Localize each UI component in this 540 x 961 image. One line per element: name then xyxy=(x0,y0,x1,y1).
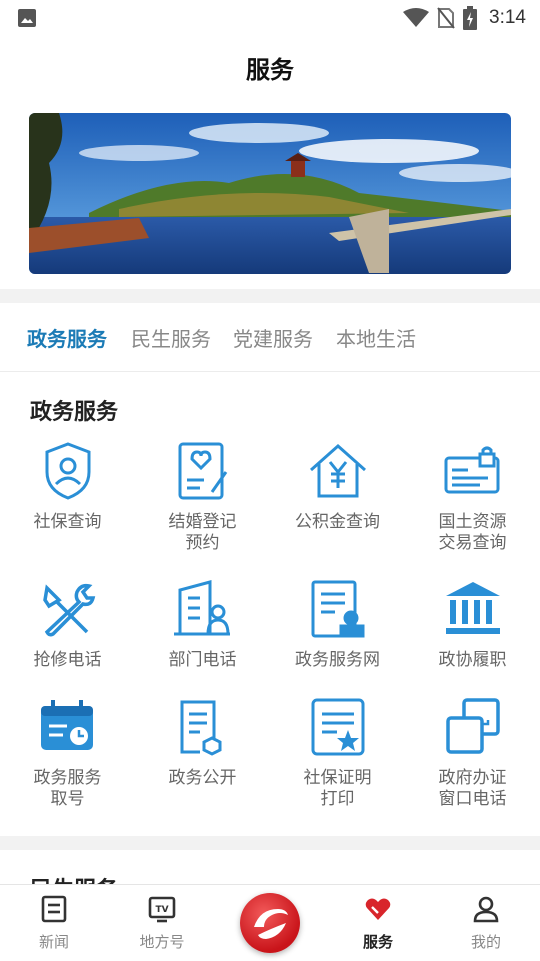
institution-icon xyxy=(445,582,500,634)
tab-livelihood-services[interactable]: 民生服务 xyxy=(131,323,211,352)
center-logo-button[interactable] xyxy=(240,893,300,953)
service-item-queue-number[interactable]: 政务服务 取号 xyxy=(0,694,135,810)
battery-charging-icon xyxy=(463,6,478,30)
nav-label: 服务 xyxy=(362,933,393,951)
shield-user-icon xyxy=(45,442,90,500)
service-item-label: 政务公开 xyxy=(168,768,237,788)
service-item-label: 政务服务网 xyxy=(295,650,380,670)
tab-local-life[interactable]: 本地生活 xyxy=(336,323,416,352)
service-item-label: 社保查询 xyxy=(33,512,102,532)
person-icon xyxy=(473,896,499,923)
image-notification-icon xyxy=(18,9,36,27)
banner-image[interactable] xyxy=(29,113,511,274)
nav-profile[interactable]: 我的 xyxy=(436,885,536,961)
service-item-label: 公积金查询 xyxy=(295,512,380,532)
service-item-housing-fund-query[interactable]: 公积金查询 xyxy=(270,438,405,533)
section-title: 政务服务 xyxy=(30,400,119,425)
service-item-label: 社保证明 打印 xyxy=(303,768,372,809)
building-person-icon xyxy=(173,580,230,636)
nav-label: 我的 xyxy=(470,933,501,951)
service-item-label: 部门电话 xyxy=(168,650,237,670)
service-item-label: 政务服务 取号 xyxy=(33,768,102,809)
heart-document-icon xyxy=(178,442,227,500)
svg-text:TV: TV xyxy=(155,905,168,915)
house-yuan-icon xyxy=(309,443,366,498)
service-item-label: 政府办证 窗口电话 xyxy=(438,768,507,809)
service-item-label: 结婚登记 预约 xyxy=(168,512,237,553)
nav-local-accounts[interactable]: TV 地方号 xyxy=(112,885,212,961)
service-item-government-service-website[interactable]: 政务服务网 xyxy=(270,576,405,671)
nav-news[interactable]: 新闻 xyxy=(4,885,104,961)
document-gear-icon xyxy=(180,700,221,756)
center-logo-icon xyxy=(254,909,288,939)
wrench-screwdriver-icon xyxy=(42,583,95,637)
service-item-department-phone[interactable]: 部门电话 xyxy=(135,576,270,671)
id-card-lock-icon xyxy=(444,446,499,494)
heart-service-icon xyxy=(365,898,391,920)
tab-government-services[interactable]: 政务服务 xyxy=(27,323,107,352)
nav-label: 新闻 xyxy=(38,933,69,951)
service-item-social-security-query[interactable]: 社保查询 xyxy=(0,438,135,533)
nav-services[interactable]: 服务 xyxy=(328,885,428,961)
service-item-government-disclosure[interactable]: 政务公开 xyxy=(135,694,270,789)
certificate-star-icon xyxy=(311,698,364,756)
section-divider xyxy=(0,836,540,850)
wifi-icon xyxy=(403,8,430,27)
service-item-social-security-certificate-print[interactable]: 社保证明 打印 xyxy=(270,694,405,810)
landscape-illustration xyxy=(29,113,511,274)
tab-party-building-services[interactable]: 党建服务 xyxy=(233,323,313,352)
section-divider xyxy=(0,289,540,303)
bottom-navigation: 新闻 TV 地方号 服务 我的 xyxy=(0,884,540,961)
news-icon xyxy=(41,895,67,923)
service-item-land-resource-trade-query[interactable]: 国土资源 交易查询 xyxy=(405,438,540,554)
no-sim-icon xyxy=(437,7,455,29)
calendar-clock-icon xyxy=(40,700,93,750)
page-title: 服务 xyxy=(246,56,294,84)
service-item-license-window-phone[interactable]: 政府办证 窗口电话 xyxy=(405,694,540,810)
tv-icon: TV xyxy=(148,896,176,923)
nav-label: 地方号 xyxy=(139,933,185,951)
status-bar: 3:14 xyxy=(0,0,540,36)
document-stamp-icon xyxy=(311,580,364,638)
copy-squares-icon xyxy=(445,698,500,754)
service-tabs: 政务服务 民生服务 党建服务 本地生活 xyxy=(0,303,540,372)
service-item-repair-hotline[interactable]: 抢修电话 xyxy=(0,576,135,671)
service-item-label: 国土资源 交易查询 xyxy=(438,512,507,553)
clock: 3:14 xyxy=(489,7,526,28)
service-item-cppcc-duties[interactable]: 政协履职 xyxy=(405,576,540,671)
service-item-label: 政协履职 xyxy=(438,650,507,670)
service-item-label: 抢修电话 xyxy=(33,650,102,670)
service-item-marriage-appointment[interactable]: 结婚登记 预约 xyxy=(135,438,270,554)
